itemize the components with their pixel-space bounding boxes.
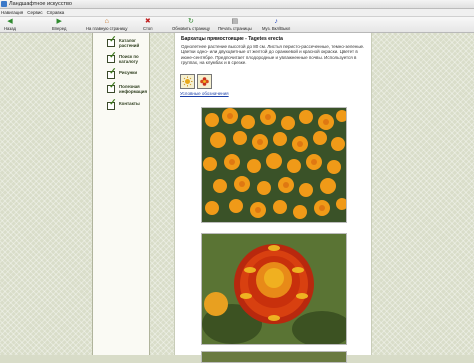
sidebar-item-useful-info[interactable]: ✓ Полезная информация [107, 81, 149, 94]
menu-item-navigation[interactable]: Навигация [1, 10, 23, 15]
title-bar: Ландшафтное искусство [0, 0, 474, 9]
home-icon: ⌂ [104, 18, 109, 25]
checkmark-icon: ✓ [107, 51, 117, 63]
menu-item-service[interactable]: Сервис [27, 10, 42, 15]
plant-description: Однолетнее растение высотой до 80 см. Ли… [181, 44, 365, 65]
sidebar-item-label: Полезная информация [119, 84, 148, 94]
page-area: ✓ Каталог растений ✓ Поиск по каталогу ✓… [0, 33, 474, 363]
menu-item-help[interactable]: Справка [47, 10, 65, 15]
window-title: Ландшафтное искусство [9, 1, 72, 7]
symbol-thumbnails [180, 74, 214, 89]
home-button[interactable]: ⌂ На главную страницу [86, 17, 127, 32]
print-button-label: Печать страницы [218, 26, 252, 31]
forward-button[interactable]: ▶ Вперед [52, 17, 66, 32]
sidebar-item-search[interactable]: ✓ Поиск по каталогу [107, 51, 149, 64]
checkmark-icon: ✓ [107, 98, 117, 110]
checkmark-icon: ✓ [107, 81, 117, 93]
stop-button[interactable]: ✖ Стоп [143, 17, 153, 32]
sidebar-item-label: Контакты [119, 101, 140, 106]
refresh-button-label: Обновить страницу [172, 26, 210, 31]
menu-bar: Навигация Сервис Справка [0, 9, 474, 17]
sidebar-item-contacts[interactable]: ✓ Контакты [107, 98, 149, 110]
print-icon: ▤ [231, 18, 239, 25]
forward-arrow-icon: ▶ [56, 18, 62, 25]
sun-icon[interactable] [180, 74, 195, 89]
app-icon [1, 1, 7, 7]
forward-button-label: Вперед [52, 26, 67, 31]
sidebar-item-label: Поиск по каталогу [119, 54, 139, 64]
checkmark-icon: ✓ [107, 67, 117, 79]
toolbar: ◀ Назад ▶ Вперед ⌂ На главную страницу ✖… [0, 17, 474, 33]
stop-icon: ✖ [144, 18, 151, 25]
sidebar-item-label: Рисунки [119, 70, 138, 75]
sidebar-item-catalog[interactable]: ✓ Каталог растений [107, 35, 149, 48]
sidebar: ✓ Каталог растений ✓ Поиск по каталогу ✓… [92, 33, 150, 355]
stop-button-label: Стоп [143, 26, 153, 31]
back-button[interactable]: ◀ Назад [4, 17, 16, 32]
refresh-button[interactable]: ↻ Обновить страницу [172, 17, 210, 32]
back-button-label: Назад [4, 26, 16, 31]
music-icon: ♪ [274, 18, 278, 25]
checkmark-icon: ✓ [107, 35, 117, 47]
flower-icon[interactable] [197, 74, 212, 89]
marigold-flower-closeup-photo [201, 233, 347, 345]
main-content: Бархатцы прямостоящие - Tagetes erecta О… [174, 33, 372, 363]
page-title: Бархатцы прямостоящие - Tagetes erecta [181, 36, 283, 42]
sidebar-item-pictures[interactable]: ✓ Рисунки [107, 67, 149, 79]
music-toggle-button[interactable]: ♪ Муз. Вкл/Выкл [262, 17, 290, 32]
home-button-label: На главную страницу [86, 26, 128, 31]
marigold-bed-photo [201, 107, 347, 223]
music-toggle-label: Муз. Вкл/Выкл [262, 26, 291, 31]
print-button[interactable]: ▤ Печать страницы [218, 17, 252, 32]
back-arrow-icon: ◀ [7, 18, 13, 25]
refresh-icon: ↻ [188, 18, 194, 25]
legend-link[interactable]: Условные обозначения [180, 91, 229, 96]
marigold-photo-3 [201, 351, 347, 363]
sidebar-item-label: Каталог растений [119, 38, 140, 48]
